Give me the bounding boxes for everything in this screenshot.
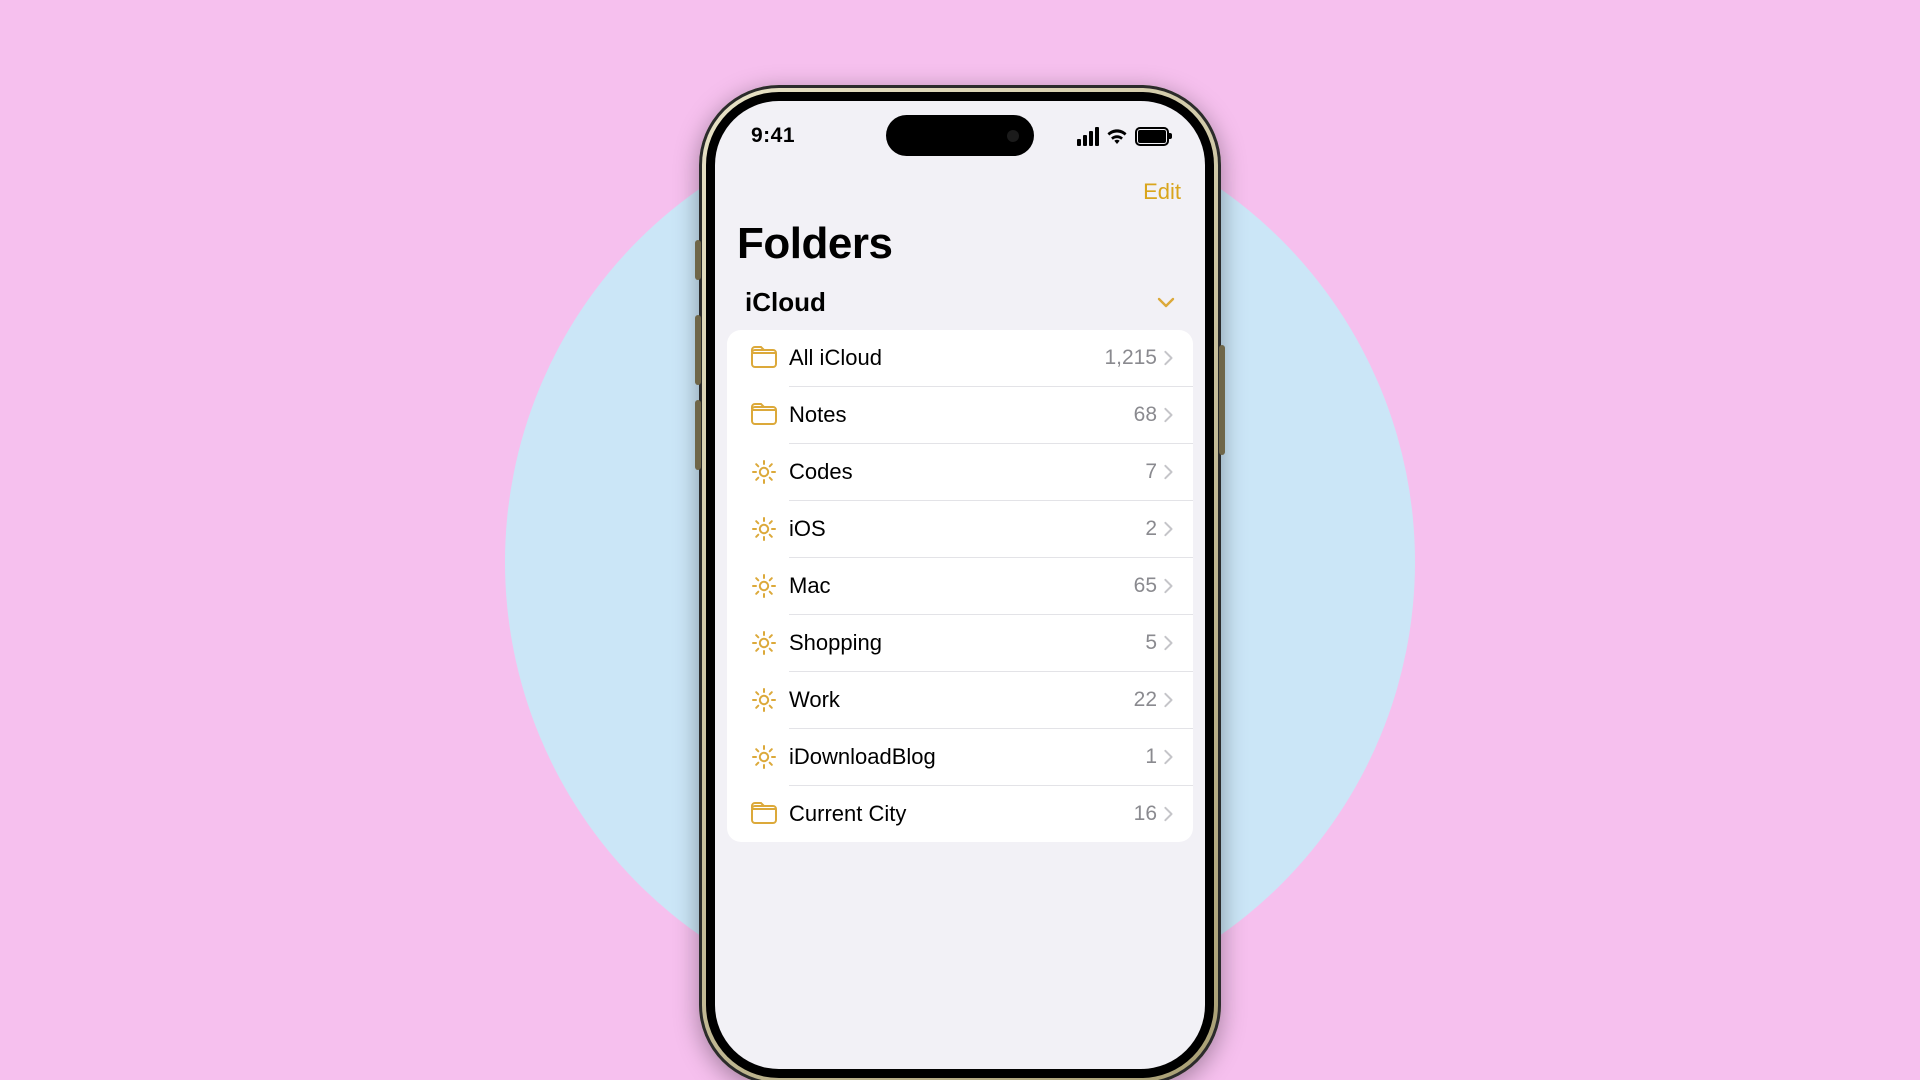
folder-count: 1 (1145, 745, 1157, 769)
chevron-right-icon (1157, 576, 1179, 596)
folder-label: Mac (783, 573, 1134, 599)
gear-icon (745, 629, 783, 657)
nav-bar: Edit (715, 171, 1205, 209)
folder-label: Shopping (783, 630, 1145, 656)
folder-row[interactable]: Notes68 (727, 387, 1193, 443)
section-header-icloud[interactable]: iCloud (715, 281, 1205, 330)
folder-row[interactable]: Work22 (727, 672, 1193, 728)
folder-count: 65 (1134, 574, 1157, 598)
stage-background: 9:41 Edit Folders iCloud (0, 0, 1920, 1080)
battery-icon (1135, 127, 1169, 146)
phone-screen: 9:41 Edit Folders iCloud (715, 101, 1205, 1069)
folder-count: 1,215 (1104, 346, 1157, 370)
folder-count: 68 (1134, 403, 1157, 427)
status-bar: 9:41 (715, 101, 1205, 171)
chevron-right-icon (1157, 519, 1179, 539)
gear-icon (745, 458, 783, 486)
folder-icon (745, 800, 783, 828)
folder-label: All iCloud (783, 345, 1104, 371)
folder-label: Notes (783, 402, 1134, 428)
folder-icon (745, 401, 783, 429)
folder-label: iOS (783, 516, 1145, 542)
chevron-right-icon (1157, 747, 1179, 767)
edit-button[interactable]: Edit (1143, 179, 1181, 205)
phone-frame: 9:41 Edit Folders iCloud (699, 85, 1221, 1080)
folder-row[interactable]: All iCloud1,215 (727, 330, 1193, 386)
folder-count: 2 (1145, 517, 1157, 541)
section-title: iCloud (745, 287, 826, 318)
folder-row[interactable]: Codes7 (727, 444, 1193, 500)
folder-icon (745, 344, 783, 372)
folder-row[interactable]: Current City16 (727, 786, 1193, 842)
chevron-down-icon (1157, 297, 1175, 309)
status-indicators (1077, 127, 1169, 146)
gear-icon (745, 686, 783, 714)
chevron-right-icon (1157, 690, 1179, 710)
chevron-right-icon (1157, 804, 1179, 824)
cellular-icon (1077, 127, 1099, 146)
wifi-icon (1106, 128, 1128, 144)
folder-count: 16 (1134, 802, 1157, 826)
gear-icon (745, 572, 783, 600)
folder-count: 22 (1134, 688, 1157, 712)
folder-row[interactable]: Shopping5 (727, 615, 1193, 671)
chevron-right-icon (1157, 405, 1179, 425)
volume-up-button (695, 315, 701, 385)
folder-row[interactable]: Mac65 (727, 558, 1193, 614)
folder-list: All iCloud1,215Notes68Codes7iOS2Mac65Sho… (727, 330, 1193, 842)
volume-down-button (695, 400, 701, 470)
folder-row[interactable]: iOS2 (727, 501, 1193, 557)
chevron-right-icon (1157, 348, 1179, 368)
gear-icon (745, 515, 783, 543)
chevron-right-icon (1157, 633, 1179, 653)
folder-row[interactable]: iDownloadBlog1 (727, 729, 1193, 785)
status-time: 9:41 (751, 124, 795, 148)
app-content: Edit Folders iCloud All iCloud1,215Notes… (715, 171, 1205, 1069)
folder-label: Codes (783, 459, 1145, 485)
folder-label: iDownloadBlog (783, 744, 1145, 770)
chevron-right-icon (1157, 462, 1179, 482)
folder-label: Work (783, 687, 1134, 713)
folder-label: Current City (783, 801, 1134, 827)
gear-icon (745, 743, 783, 771)
mute-switch (695, 240, 701, 280)
folder-count: 5 (1145, 631, 1157, 655)
page-title: Folders (715, 209, 1205, 281)
folder-count: 7 (1145, 460, 1157, 484)
power-button (1219, 345, 1225, 455)
